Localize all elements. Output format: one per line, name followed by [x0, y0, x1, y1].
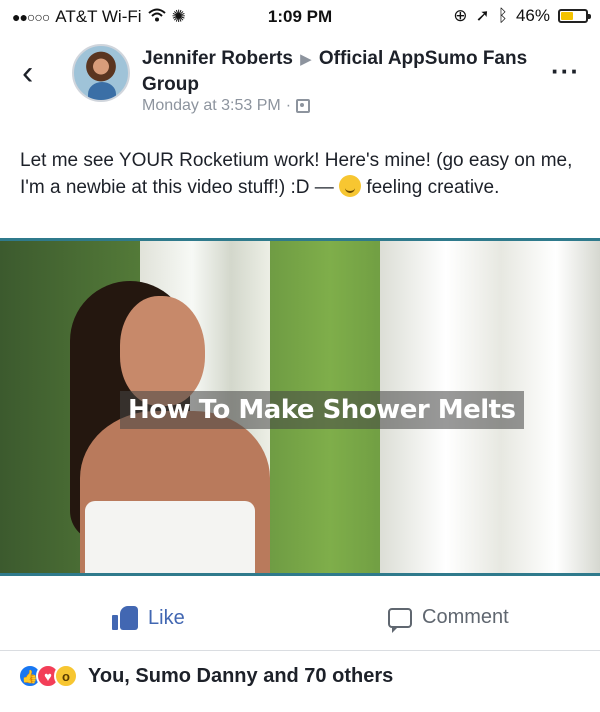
- video-player[interactable]: How To Make Shower Melts: [0, 238, 600, 576]
- arrow-right-icon: ▶: [295, 51, 316, 68]
- feeling-emoji-icon: [339, 175, 362, 197]
- battery-icon: [558, 9, 591, 23]
- comment-button[interactable]: Comment: [388, 606, 509, 633]
- video-title: How To Make Shower Melts: [120, 391, 524, 429]
- reaction-icons: 👍 ♥ o: [18, 664, 78, 688]
- bluetooth-icon: ᛒ: [497, 6, 508, 25]
- lock-rotation-icon: ⊕: [453, 6, 468, 25]
- battery-percent: 46%: [515, 6, 550, 25]
- avatar[interactable]: [72, 44, 130, 102]
- reaction-text: You, Sumo Danny and 70 others: [88, 664, 394, 687]
- post-header: ‹ Jennifer Roberts ▶ Official AppSumo Fa…: [0, 34, 600, 124]
- post-feeling: feeling creative.: [366, 177, 500, 198]
- thumbs-up-icon: [112, 606, 138, 630]
- post-meta: Monday at 3:53 PM ·: [142, 97, 311, 115]
- more-options-icon[interactable]: ···: [551, 56, 580, 87]
- meta-separator: ·: [285, 97, 292, 114]
- like-button[interactable]: Like: [112, 606, 185, 630]
- battery-fill: [561, 12, 573, 20]
- location-icon: ➚: [475, 6, 490, 25]
- like-label: Like: [148, 606, 185, 629]
- post-text: Let me see YOUR Rocketium work! Here's m…: [20, 147, 580, 201]
- comment-bubble-icon: [388, 607, 412, 633]
- reaction-summary[interactable]: 👍 ♥ o You, Sumo Danny and 70 others: [18, 664, 393, 688]
- video-figure-face: [120, 296, 205, 406]
- status-bar: ●●○○○ AT&T Wi-Fi ✺ 1:09 PM ⊕ ➚ ᛒ 46%: [0, 0, 600, 34]
- author-name[interactable]: Jennifer Roberts: [142, 48, 293, 69]
- post-author-line: Jennifer Roberts ▶ Official AppSumo Fans…: [142, 46, 542, 97]
- post-timestamp[interactable]: Monday at 3:53 PM: [142, 97, 281, 115]
- group-privacy-icon: [296, 99, 311, 113]
- video-figure-towel: [85, 501, 255, 573]
- comment-label: Comment: [422, 606, 509, 628]
- back-chevron-icon[interactable]: ‹: [22, 56, 33, 90]
- action-bar: Like Comment: [0, 590, 600, 651]
- status-right: ⊕ ➚ ᛒ 46%: [453, 6, 591, 26]
- wow-reaction-icon: o: [54, 664, 78, 688]
